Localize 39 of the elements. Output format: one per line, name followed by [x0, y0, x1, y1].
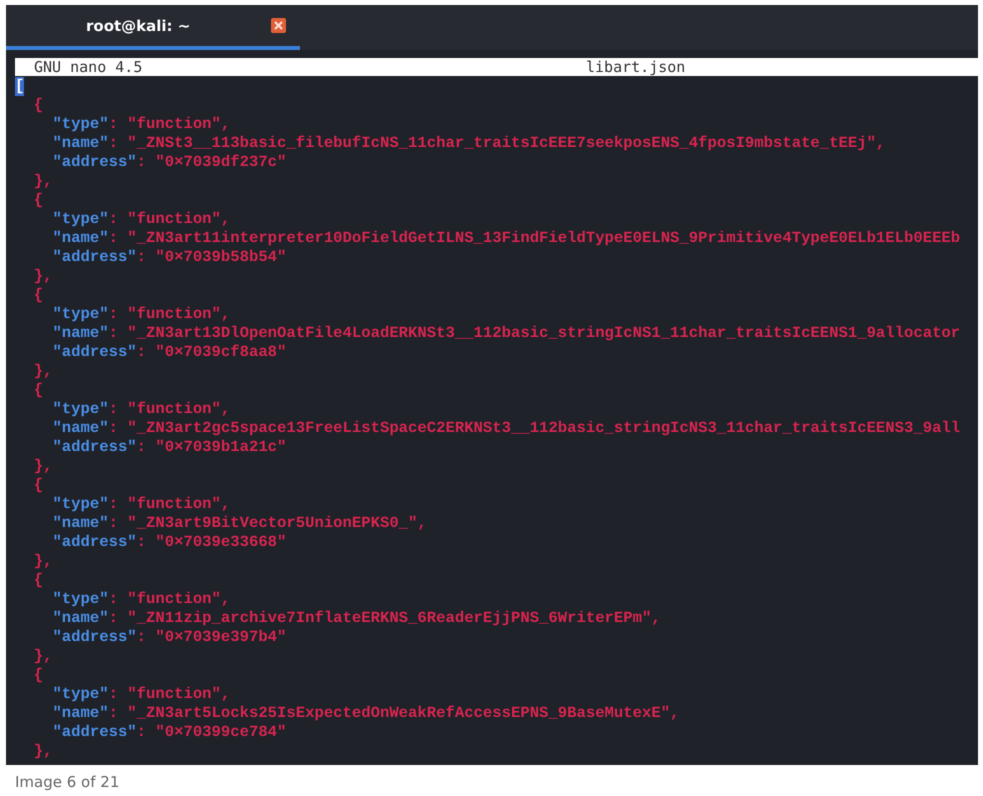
code-line: "type": "function",: [51, 495, 230, 514]
code-line: "type": "function",: [51, 115, 230, 134]
code-line: "name": "_ZN3art11interpreter10DoFieldGetILNS_13FindFieldTypeE0ELNS_9Primitive4TypeE0ELb1ELb0EEEb: [51, 229, 960, 248]
code-line: {: [32, 571, 44, 590]
code-line: "type": "function",: [51, 305, 230, 324]
file-name: libart.json: [586, 58, 686, 76]
code-line: "address": "0×7039e33668": [51, 533, 286, 552]
code-line: "name": "_ZN3art13DlOpenOatFile4LoadERKNSt3__112basic_stringIcNS1_11char_traitsIcEENS1_9allocator: [51, 324, 960, 343]
code-line: "name": "_ZN3art2gc5space13FreeListSpaceC2ERKNSt3__112basic_stringIcNS3_11char_traitsIcEENS3_9all: [51, 419, 960, 438]
code-line: },: [32, 647, 52, 666]
code-line: "name": "_ZN11zip_archive7InflateERKNS_6ReaderEjjPNS_6WriterEPm",: [51, 609, 661, 628]
code-line: {: [32, 96, 44, 115]
code-line: },: [32, 742, 52, 761]
code-line: "address": "0×7039b1a21c": [51, 438, 286, 457]
code-line: "name": "_ZN3art5Locks25IsExpectedOnWeakRefAccessEPNS_9BaseMutexE",: [51, 704, 680, 723]
code-line: "name": "_ZNSt3__113basic_filebufIcNS_11char_traitsIcEEE7seekposENS_4fposI9mbstate_tEEj",: [51, 134, 886, 153]
code-line: },: [32, 362, 52, 381]
image-caption: Image 6 of 21: [14, 772, 120, 791]
code-line: "address": "0×7039e397b4": [51, 628, 286, 647]
code-line: "type": "function",: [51, 210, 230, 229]
code-line: "address": "0×7039b58b54": [51, 248, 286, 267]
code-line: "address": "0×7039df237c": [51, 153, 286, 172]
code-line: {: [32, 191, 44, 210]
code-line: "type": "function",: [51, 400, 230, 419]
code-line: "name": "_ZN3art9BitVector5UnionEPKS0_",: [51, 514, 427, 533]
code-line: "type": "function",: [51, 685, 230, 704]
code-line: },: [32, 457, 52, 476]
code-line: "address": "0×7039cf8aa8": [51, 343, 286, 362]
code-line: },: [32, 552, 52, 571]
code-line: "type": "function",: [51, 590, 230, 609]
code-line: },: [32, 172, 52, 191]
code-line: },: [32, 267, 52, 286]
code-line: {: [32, 666, 44, 685]
code-line: {: [32, 286, 44, 305]
code-line: "address": "0×70399ce784": [51, 723, 286, 742]
code-line: {: [32, 476, 44, 495]
code-line: {: [32, 381, 44, 400]
close-icon[interactable]: [271, 18, 286, 33]
editor-version: GNU nano 4.5: [34, 58, 144, 76]
